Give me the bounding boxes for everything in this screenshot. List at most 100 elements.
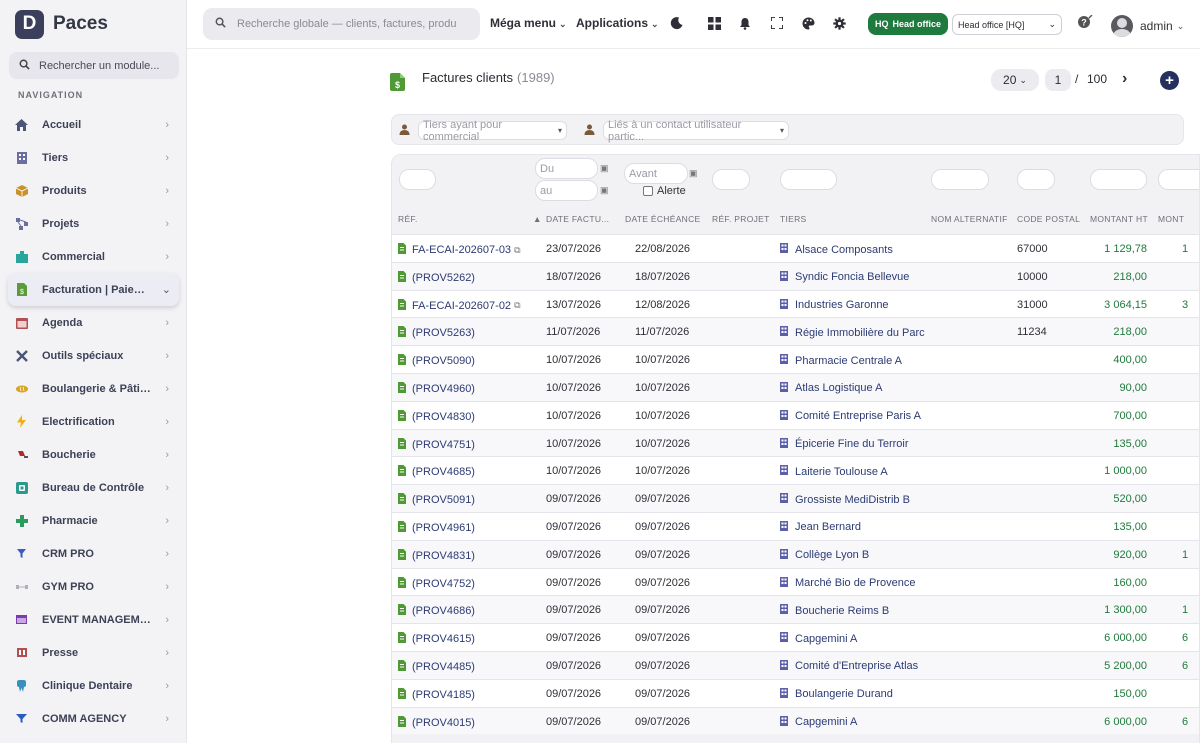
palette-icon[interactable] xyxy=(800,15,816,31)
entity-select[interactable]: Head office [HQ] ⌄ xyxy=(952,14,1062,35)
filter-tiers-input[interactable] xyxy=(780,169,837,190)
moon-icon[interactable] xyxy=(669,15,685,31)
col-header-due-date[interactable]: DATE ÉCHÉANCE xyxy=(625,214,701,224)
invoice-ref-link[interactable]: (PROV4830) xyxy=(398,409,475,424)
col-header-amount-ht[interactable]: MONTANT HT xyxy=(1090,214,1148,224)
table-row[interactable]: (PROV5263) 11/07/2026 11/07/2026 Régie Immo… xyxy=(392,317,1199,346)
sort-asc-icon[interactable]: ▲ xyxy=(533,214,542,224)
tiers-link[interactable]: Laiterie Toulouse A xyxy=(780,465,888,478)
contact-filter[interactable]: Liés à un contact utilisateur partic... ▾ xyxy=(584,119,789,143)
current-page-input[interactable]: 1 xyxy=(1045,69,1071,91)
tiers-link[interactable]: Boulangerie Durand xyxy=(780,687,893,701)
tiers-link[interactable]: Alsace Composants xyxy=(780,243,893,256)
sidebar-item-accueil[interactable]: Accueil › xyxy=(0,108,187,141)
table-row[interactable]: (PROV4961) 09/07/2026 09/07/2026 Jean Berna… xyxy=(392,511,1199,540)
table-row[interactable]: (PROV4185) 09/07/2026 09/07/2026 Boulangeri… xyxy=(392,678,1199,707)
add-invoice-button[interactable]: + xyxy=(1160,71,1179,90)
filter-altname-input[interactable] xyxy=(931,169,989,190)
sidebar-item-commercial[interactable]: Commercial › xyxy=(0,240,187,273)
invoice-ref-link[interactable]: (PROV4485) xyxy=(398,659,475,674)
contact-select[interactable]: Liés à un contact utilisateur partic... ▾ xyxy=(603,119,789,143)
filter-due-input[interactable]: Avant xyxy=(624,163,688,184)
calendar-icon[interactable]: ▣ xyxy=(600,185,609,196)
tiers-link[interactable]: Syndic Foncia Bellevue xyxy=(780,270,909,284)
tiers-link[interactable]: Capgemini A xyxy=(780,715,857,729)
sidebar-item-agenda[interactable]: Agenda › xyxy=(0,306,187,339)
module-search-input[interactable] xyxy=(39,59,169,72)
sidebar-item-crm-pro[interactable]: CRM PRO › xyxy=(0,537,187,570)
invoice-ref-link[interactable]: (PROV4686) xyxy=(398,604,475,618)
tiers-link[interactable]: Comité d'Entreprise Atlas xyxy=(780,659,918,673)
tiers-link[interactable]: Boucherie Reims B xyxy=(780,604,889,617)
help-icon[interactable]: ? xyxy=(1077,14,1093,32)
tiers-link[interactable]: Atlas Logistique A xyxy=(780,381,882,395)
gear-icon[interactable] xyxy=(831,15,847,31)
tiers-link[interactable]: Régie Immobilière du Parc xyxy=(780,326,925,339)
invoice-ref-link[interactable]: (PROV4751) xyxy=(398,437,475,452)
filter-date-to-input[interactable]: au xyxy=(535,180,598,201)
applications-button[interactable]: Applications ⌄ xyxy=(576,16,659,30)
col-header-amount-cut[interactable]: MONT xyxy=(1158,214,1184,224)
sidebar-item-gym-pro[interactable]: GYM PRO › xyxy=(0,570,187,603)
table-row[interactable]: (PROV4752) 09/07/2026 09/07/2026 Marché Bio… xyxy=(392,567,1199,596)
sidebar-item-pharmacie[interactable]: Pharmacie › xyxy=(0,504,187,537)
bell-icon[interactable] xyxy=(737,15,753,31)
table-row[interactable]: (PROV5090) 10/07/2026 10/07/2026 Pharmacie … xyxy=(392,345,1199,373)
invoice-ref-link[interactable]: (PROV4685) xyxy=(398,465,475,479)
col-header-ref[interactable]: RÉF. xyxy=(398,214,418,224)
alert-checkbox[interactable]: Alerte xyxy=(643,185,686,197)
invoice-ref-link[interactable]: (PROV4752) xyxy=(398,576,475,591)
table-row[interactable]: (PROV4685) 10/07/2026 10/07/2026 Laiterie T… xyxy=(392,456,1199,485)
sidebar-item-produits[interactable]: Produits › xyxy=(0,174,187,207)
commercial-select[interactable]: Tiers ayant pour commercial ▾ xyxy=(418,119,567,143)
tiers-link[interactable]: Capgemini A xyxy=(780,632,857,645)
table-row[interactable]: (PROV4751) 10/07/2026 10/07/2026 Épicerie F… xyxy=(392,428,1199,457)
table-row[interactable]: FA-ECAI-202607-03 ⧉ 23/07/2026 22/08/2026 Al… xyxy=(392,234,1199,262)
sidebar-item-boulangerie-patisserie[interactable]: Boulangerie & Pâtisserie › xyxy=(0,372,187,405)
col-header-invoice-date[interactable]: DATE FACTU... xyxy=(546,214,609,224)
tiers-link[interactable]: Jean Bernard xyxy=(780,520,861,534)
sidebar-item-outils-speciaux[interactable]: Outils spéciaux › xyxy=(0,339,187,372)
invoice-ref-link[interactable]: (PROV4615) xyxy=(398,632,475,646)
note-icon[interactable]: ⧉ xyxy=(514,300,520,311)
invoice-ref-link[interactable]: FA-ECAI-202607-02 ⧉ xyxy=(398,298,521,313)
fullscreen-icon[interactable] xyxy=(769,15,785,31)
filter-amount2-input[interactable] xyxy=(1158,169,1199,190)
grid-icon[interactable] xyxy=(706,15,722,31)
tiers-link[interactable]: Pharmacie Centrale A xyxy=(780,354,902,367)
invoice-ref-link[interactable]: (PROV4185) xyxy=(398,687,475,702)
col-header-project-ref[interactable]: RÉF. PROJET xyxy=(712,214,770,224)
sidebar-item-comm-agency[interactable]: COMM AGENCY › xyxy=(0,702,187,735)
invoice-ref-link[interactable]: (PROV4831) xyxy=(398,548,475,563)
checkbox[interactable] xyxy=(643,186,653,196)
sidebar-item-tiers[interactable]: Tiers › xyxy=(0,141,187,174)
col-header-tiers[interactable]: TIERS xyxy=(780,214,807,224)
sidebar-item-facturation-paiement[interactable]: $ Facturation | Paiement ⌄ xyxy=(8,273,179,306)
invoice-ref-link[interactable]: (PROV5263) xyxy=(398,326,475,340)
module-search[interactable] xyxy=(9,52,179,79)
tiers-link[interactable]: Marché Bio de Provence xyxy=(780,576,915,590)
invoice-ref-link[interactable]: (PROV4960) xyxy=(398,381,475,396)
sidebar-item-projets[interactable]: Projets › xyxy=(0,207,187,240)
calendar-icon[interactable]: ▣ xyxy=(689,168,698,179)
sidebar-item-presse[interactable]: Presse › xyxy=(0,636,187,669)
global-search-input[interactable] xyxy=(237,18,457,30)
tiers-link[interactable]: Comité Entreprise Paris A xyxy=(780,409,921,423)
tiers-link[interactable]: Collège Lyon B xyxy=(780,548,869,562)
table-row[interactable]: (PROV4686) 09/07/2026 09/07/2026 Boucherie … xyxy=(392,595,1199,624)
invoice-ref-link[interactable]: FA-ECAI-202607-03 ⧉ xyxy=(398,243,521,257)
sidebar-item-event-management[interactable]: EVENT MANAGEMENT › xyxy=(0,603,187,636)
next-page-icon[interactable]: › xyxy=(1122,70,1127,88)
col-header-alt-name[interactable]: NOM ALTERNATIF xyxy=(931,214,1008,224)
filter-postal-input[interactable] xyxy=(1017,169,1055,190)
table-row[interactable]: (PROV4831) 09/07/2026 09/07/2026 Collège Ly… xyxy=(392,539,1199,568)
table-row[interactable]: (PROV4615) 09/07/2026 09/07/2026 Capgemini … xyxy=(392,623,1199,651)
filter-ref-input[interactable] xyxy=(399,169,436,190)
invoice-ref-link[interactable]: (PROV4961) xyxy=(398,520,475,535)
calendar-icon[interactable]: ▣ xyxy=(600,163,609,174)
col-header-postal-code[interactable]: CODE POSTAL xyxy=(1017,214,1080,224)
tiers-link[interactable]: Grossiste MediDistrib B xyxy=(780,493,910,506)
tiers-link[interactable]: Industries Garonne xyxy=(780,298,889,312)
invoice-ref-link[interactable]: (PROV5091) xyxy=(398,493,475,507)
page-size-select[interactable]: 20 ⌄ xyxy=(991,69,1039,91)
